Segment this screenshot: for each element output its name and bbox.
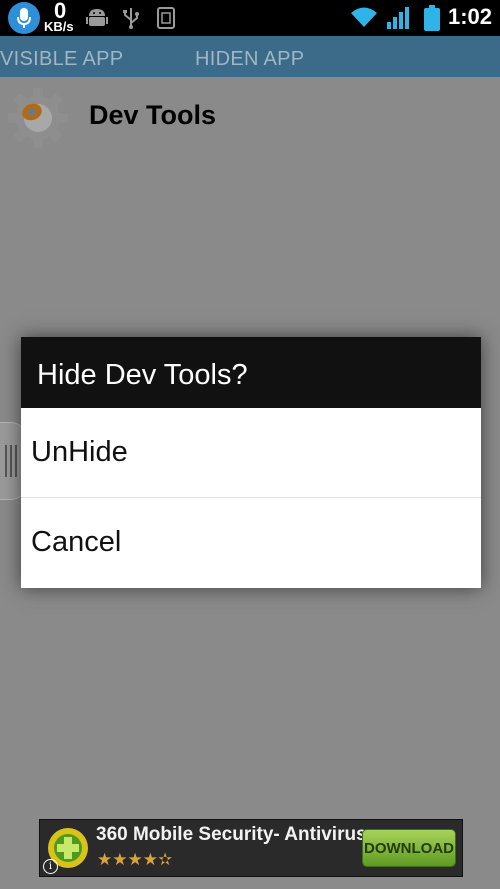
sim-icon	[156, 6, 176, 35]
download-button[interactable]: DOWNLOAD	[362, 829, 456, 867]
microphone-icon	[8, 2, 40, 34]
dialog-header: Hide Dev Tools?	[21, 337, 481, 408]
cancel-option-label: Cancel	[31, 526, 122, 558]
network-speed: 0 KB/s	[44, 0, 84, 36]
app-name: Dev Tools	[89, 100, 217, 130]
tab-hiden-app[interactable]: HIDEN APP	[195, 48, 304, 71]
gear-icon	[2, 84, 74, 148]
wifi-icon	[350, 5, 378, 34]
cancel-option[interactable]: Cancel	[21, 498, 481, 588]
status-bar: 0 KB/s 1:02	[0, 0, 500, 36]
network-speed-unit: KB/s	[44, 19, 74, 34]
signal-icon	[386, 6, 410, 35]
grip-icon	[5, 445, 17, 477]
hide-app-dialog: Hide Dev Tools? UnHide Cancel	[21, 337, 481, 588]
info-icon[interactable]: i	[43, 859, 58, 874]
dialog-title: Hide Dev Tools?	[37, 359, 248, 391]
ad-title: 360 Mobile Security- Antivirus	[96, 824, 367, 845]
tab-bar: VISIBLE APP HIDEN APP	[0, 36, 500, 77]
star-rating-icon: ★★★★✫	[97, 850, 173, 869]
unhide-option-label: UnHide	[31, 436, 128, 468]
ad-banner[interactable]: 360 Mobile Security- Antivirus ★★★★✫ DOW…	[39, 819, 463, 877]
tab-visible-app[interactable]: VISIBLE APP	[0, 48, 123, 71]
android-icon	[86, 6, 108, 35]
battery-icon	[424, 5, 440, 36]
app-list-item[interactable]: Dev Tools	[0, 80, 500, 150]
clock: 1:02	[447, 4, 492, 29]
dialog-options: UnHide Cancel	[21, 408, 481, 588]
unhide-option[interactable]: UnHide	[21, 408, 481, 498]
usb-icon	[122, 6, 140, 35]
